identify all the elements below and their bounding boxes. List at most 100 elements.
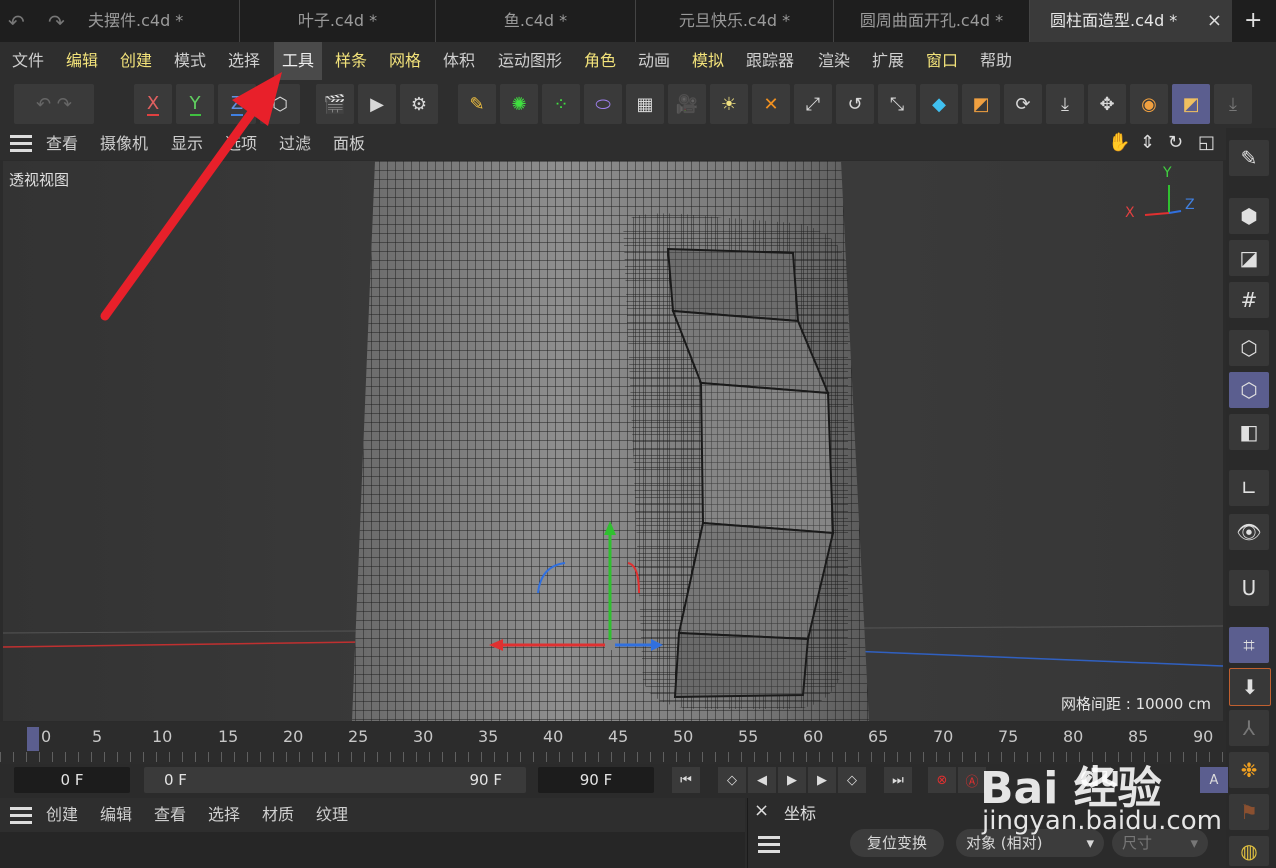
reset-transform-button[interactable]: 复位变换: [850, 829, 944, 857]
menu-create[interactable]: 创建: [116, 42, 156, 80]
snap-icon[interactable]: ⤢: [794, 84, 832, 124]
playhead[interactable]: [27, 727, 39, 751]
move-icon[interactable]: ✥: [1088, 84, 1126, 124]
end-frame-field[interactable]: 90 F: [538, 767, 654, 793]
joint-icon[interactable]: ⅄: [1229, 710, 1269, 746]
menu-character[interactable]: 角色: [580, 42, 620, 80]
cube-icon[interactable]: ◆: [920, 84, 958, 124]
pan-hand-icon[interactable]: ✋: [1108, 132, 1130, 153]
edit-pen-icon[interactable]: ✎: [1229, 140, 1269, 176]
tab-3[interactable]: 鱼.c4d *: [436, 0, 636, 42]
next-frame-icon[interactable]: ▶: [808, 767, 836, 793]
render-to-picture-viewer-icon[interactable]: ▶: [358, 84, 396, 124]
prev-frame-icon[interactable]: ◀: [748, 767, 776, 793]
range-slider[interactable]: 0 F 90 F: [144, 767, 526, 793]
scale-icon[interactable]: ⤓: [1046, 84, 1084, 124]
menu-help[interactable]: 帮助: [976, 42, 1016, 80]
coordinates-hamburger-icon[interactable]: [758, 836, 780, 853]
null-object-icon[interactable]: ✕: [752, 84, 790, 124]
current-frame-field[interactable]: 0 F: [14, 767, 130, 793]
workplane-icon[interactable]: #: [1229, 282, 1269, 318]
polygons-mode-icon[interactable]: ◧: [1229, 414, 1269, 450]
material-menu-create[interactable]: 创建: [46, 798, 78, 832]
texture-mode-icon[interactable]: ◪: [1229, 240, 1269, 276]
menu-select[interactable]: 选择: [224, 42, 264, 80]
more-tools-icon[interactable]: ⤓: [1214, 84, 1252, 124]
prev-key-icon[interactable]: ◇: [718, 767, 746, 793]
x-axis-lock-button[interactable]: X: [134, 84, 172, 124]
deformer-icon[interactable]: ⬭: [584, 84, 622, 124]
go-to-start-icon[interactable]: ⏮: [672, 767, 700, 793]
keyframe-selection-icon[interactable]: A: [1200, 767, 1228, 793]
menu-edit[interactable]: 编辑: [62, 42, 102, 80]
menu-window[interactable]: 窗口: [922, 42, 962, 80]
viewport-menu-cameras[interactable]: 摄像机: [100, 128, 148, 160]
solo-visibility-icon[interactable]: 👁: [1229, 514, 1269, 550]
tab-1[interactable]: 夫摆件.c4d *: [88, 0, 240, 42]
viewport-menu-display[interactable]: 显示: [171, 128, 203, 160]
menu-mesh[interactable]: 网格: [385, 42, 425, 80]
camera-icon[interactable]: 🎥: [668, 84, 706, 124]
undo-history-icon[interactable]: ↶: [8, 10, 25, 34]
field-icon[interactable]: ▦: [626, 84, 664, 124]
tab-2[interactable]: 叶子.c4d *: [240, 0, 436, 42]
light-icon[interactable]: ☀: [710, 84, 748, 124]
coordinate-system-icon[interactable]: ⬡: [260, 84, 300, 124]
sun-gear-icon[interactable]: ❉: [1229, 752, 1269, 788]
plugin-icon[interactable]: ◍: [1229, 836, 1269, 866]
menu-mograph[interactable]: 运动图形: [494, 42, 566, 80]
menu-spline[interactable]: 样条: [331, 42, 371, 80]
live-selection-icon[interactable]: ◩: [962, 84, 1000, 124]
grid-snap-icon[interactable]: ⌗: [1229, 627, 1269, 663]
redo-history-icon[interactable]: ↷: [48, 10, 65, 34]
maximize-view-icon[interactable]: ◱: [1198, 132, 1215, 153]
material-menu-view[interactable]: 查看: [154, 798, 186, 832]
axis-mode-icon[interactable]: ∟: [1229, 470, 1269, 506]
magnet-snap-icon[interactable]: U: [1229, 570, 1269, 606]
material-menu-texture[interactable]: 纹理: [316, 798, 348, 832]
viewport-menu-panel[interactable]: 面板: [333, 128, 365, 160]
menu-animate[interactable]: 动画: [634, 42, 674, 80]
add-tab-button[interactable]: +: [1244, 8, 1262, 33]
material-area[interactable]: [0, 832, 745, 868]
z-axis-lock-button[interactable]: Z: [218, 84, 256, 124]
flag-icon[interactable]: ⚑: [1229, 794, 1269, 830]
record-keys-icon[interactable]: ⊗: [928, 767, 956, 793]
undo-button[interactable]: ↶ ↷: [14, 84, 94, 124]
rotate-snap-icon[interactable]: ↺: [836, 84, 874, 124]
close-tab-icon[interactable]: ×: [1207, 0, 1222, 42]
close-panel-icon[interactable]: ×: [754, 800, 769, 821]
selection-tool-icon[interactable]: ◩: [1172, 84, 1210, 124]
orbit-icon[interactable]: ↻: [1168, 132, 1183, 153]
menu-volume[interactable]: 体积: [439, 42, 479, 80]
render-settings-icon[interactable]: ⚙: [400, 84, 438, 124]
model-mode-icon[interactable]: ⬢: [1229, 198, 1269, 234]
material-hamburger-icon[interactable]: [10, 807, 32, 824]
menu-render[interactable]: 渲染: [814, 42, 854, 80]
menu-extensions[interactable]: 扩展: [868, 42, 908, 80]
spline-pen-icon[interactable]: ✎: [458, 84, 496, 124]
viewport-menu-view[interactable]: 查看: [46, 128, 78, 160]
mograph-cloner-icon[interactable]: ⁘: [542, 84, 580, 124]
material-menu-select[interactable]: 选择: [208, 798, 240, 832]
dolly-icon[interactable]: ⇕: [1140, 132, 1155, 153]
menu-file[interactable]: 文件: [8, 42, 48, 80]
tab-4[interactable]: 元旦快乐.c4d *: [636, 0, 834, 42]
y-axis-lock-button[interactable]: Y: [176, 84, 214, 124]
axis-snap-icon[interactable]: ⤡: [878, 84, 916, 124]
menu-simulate[interactable]: 模拟: [688, 42, 728, 80]
rotate-icon[interactable]: ⟳: [1004, 84, 1042, 124]
tab-5[interactable]: 圆周曲面开孔.c4d *: [834, 0, 1030, 42]
menu-mode[interactable]: 模式: [170, 42, 210, 80]
view-select-icon[interactable]: ◉: [1130, 84, 1168, 124]
hamburger-icon[interactable]: [10, 135, 32, 152]
render-view-icon[interactable]: 🎬: [316, 84, 354, 124]
menu-tracker[interactable]: 跟踪器: [742, 42, 798, 80]
floor-icon[interactable]: ⬇: [1229, 668, 1271, 706]
menu-tools[interactable]: 工具: [274, 42, 323, 80]
viewport-menu-filter[interactable]: 过滤: [279, 128, 311, 160]
play-icon[interactable]: ▶: [778, 767, 806, 793]
generator-icon[interactable]: ✺: [500, 84, 538, 124]
tab-6-active[interactable]: 圆柱面造型.c4d * ×: [1030, 0, 1232, 42]
points-mode-icon[interactable]: ⬡: [1229, 330, 1269, 366]
